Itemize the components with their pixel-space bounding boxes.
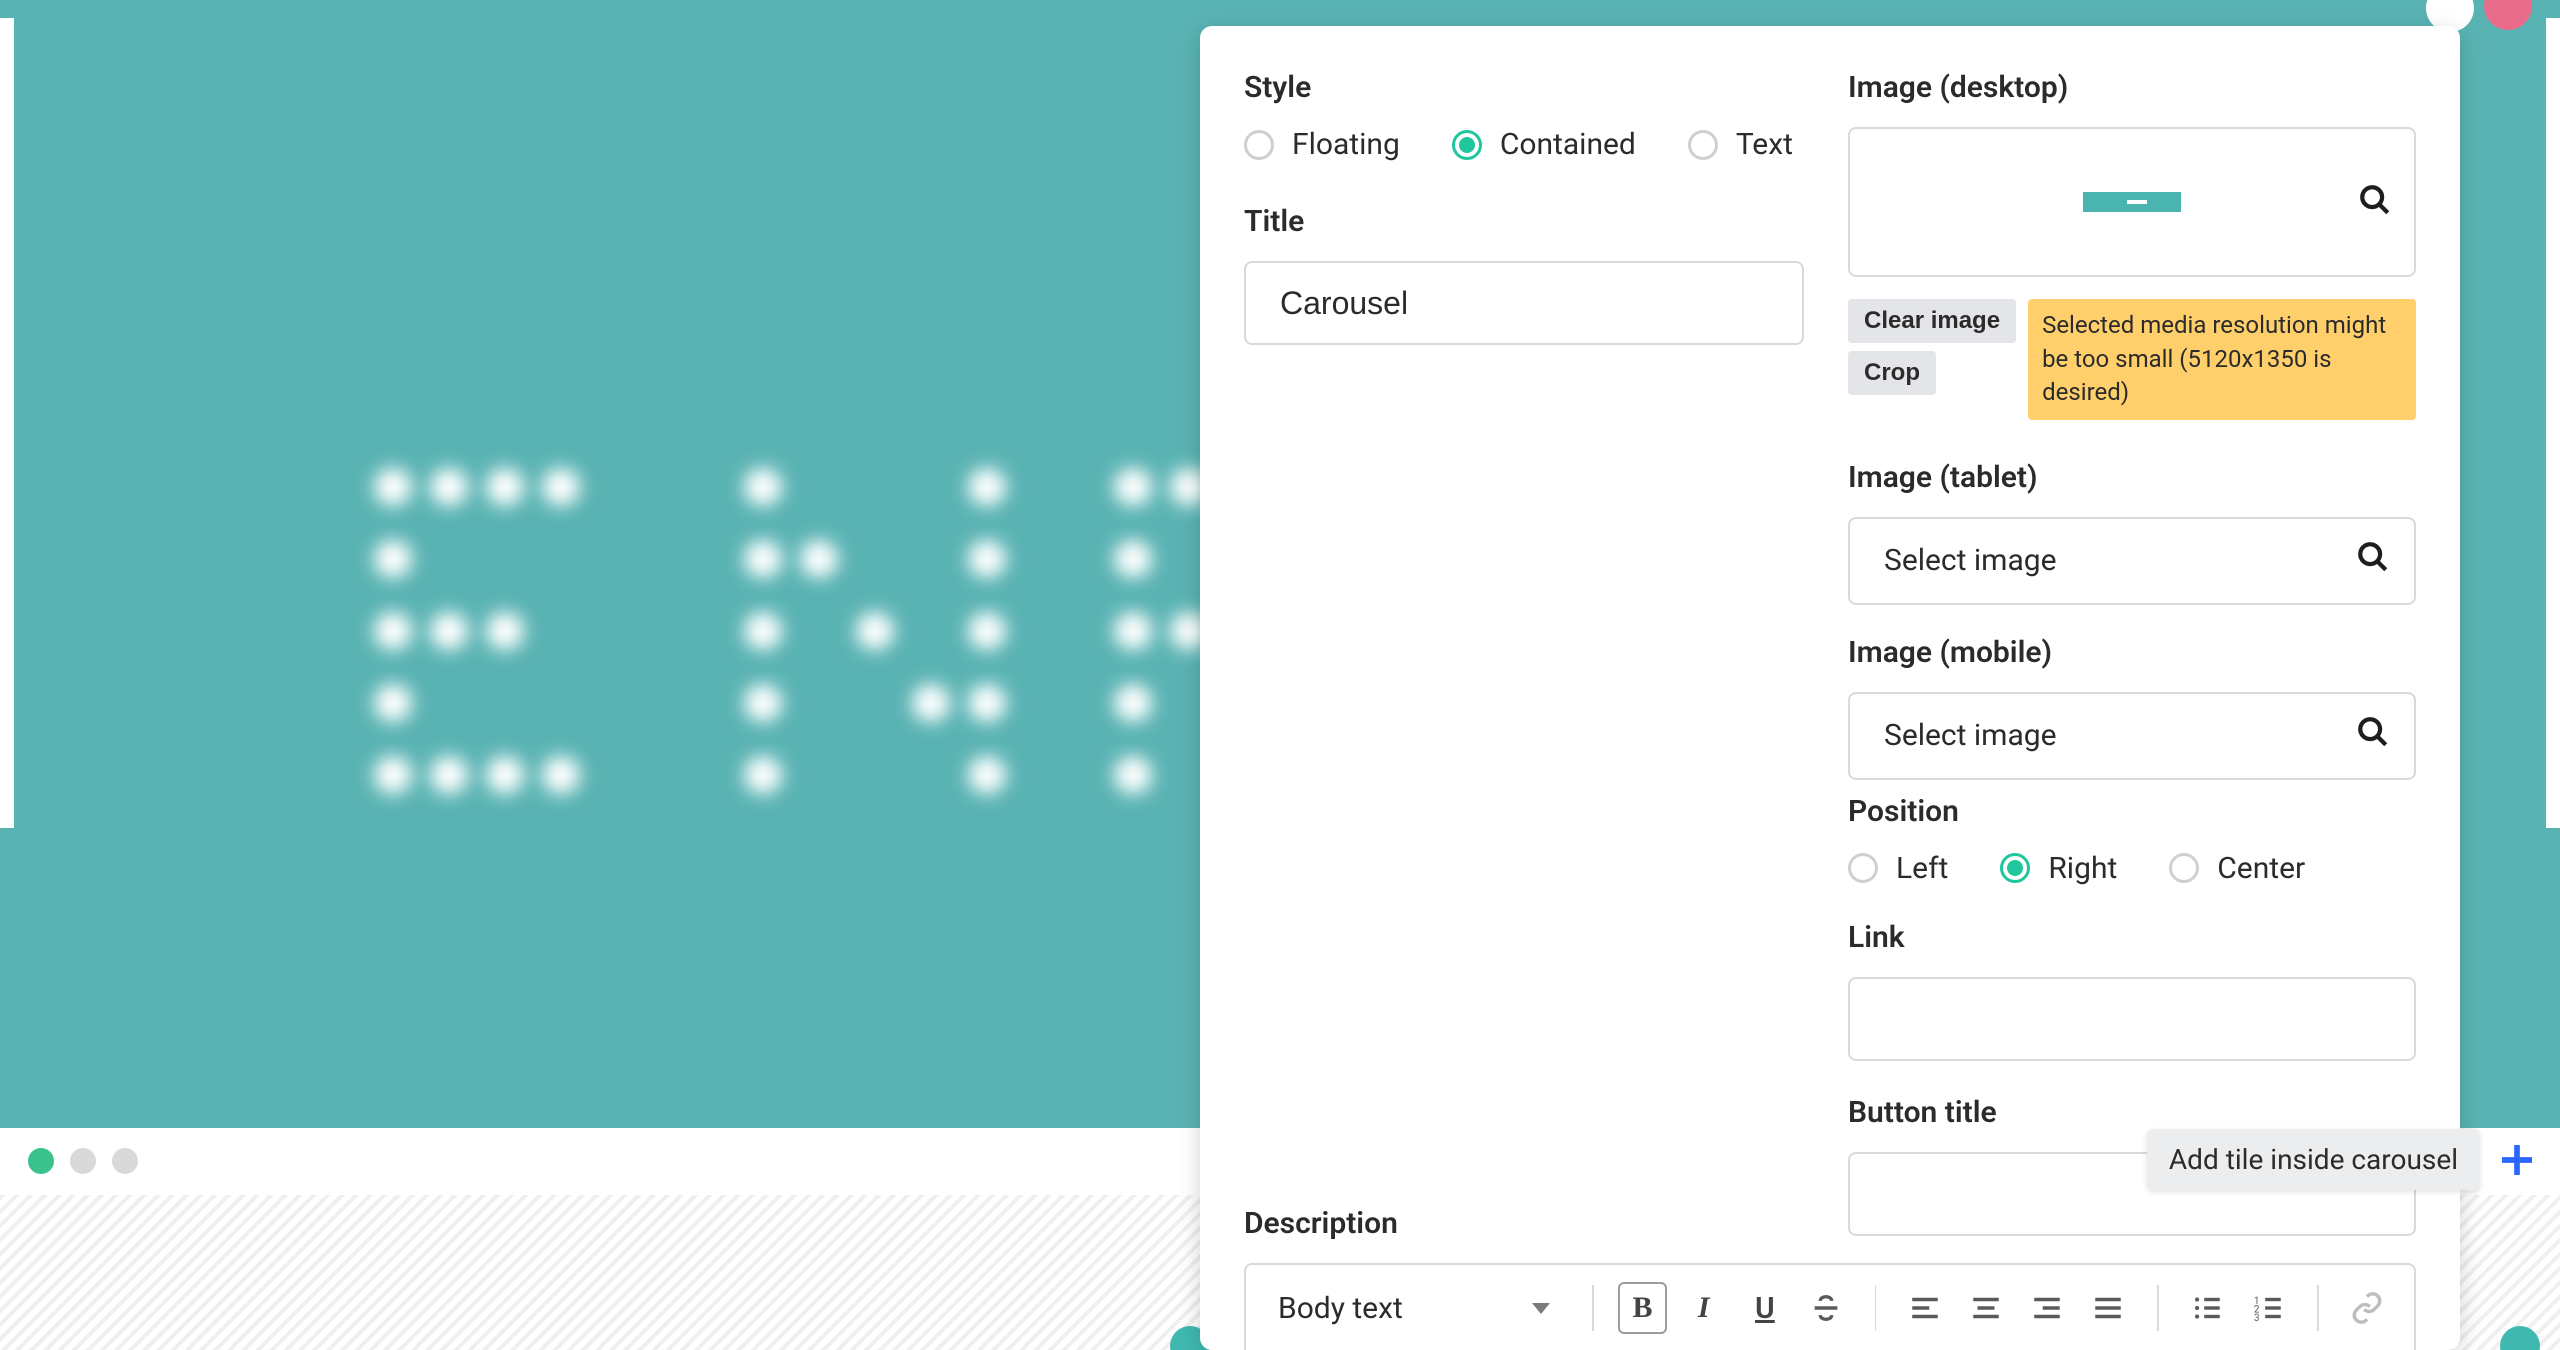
numbered-list-button[interactable]: 123 — [2244, 1282, 2293, 1334]
position-radio-right[interactable]: Right — [2000, 851, 2117, 886]
bold-button[interactable]: B — [1618, 1282, 1667, 1334]
link-label: Link — [1848, 920, 2416, 955]
style-radio-text[interactable]: Text — [1688, 127, 1793, 162]
image-desktop-thumbnail — [2083, 192, 2181, 212]
toolbar-divider — [2157, 1285, 2159, 1331]
style-label: Style — [1244, 70, 1804, 105]
chevron-down-icon — [1532, 1303, 1550, 1314]
image-desktop-label: Image (desktop) — [1848, 70, 2416, 105]
style-radio-contained[interactable]: Contained — [1452, 127, 1636, 162]
title-input[interactable] — [1244, 261, 1804, 345]
position-radio-group: Left Right Center — [1848, 851, 2416, 886]
carousel-pager — [28, 1148, 138, 1174]
search-icon[interactable] — [2358, 183, 2392, 221]
add-tile-tooltip: Add tile inside carousel — [2147, 1129, 2480, 1190]
align-right-button[interactable] — [2023, 1282, 2072, 1334]
clear-image-button[interactable]: Clear image — [1848, 299, 2016, 343]
link-input[interactable] — [1848, 977, 2416, 1061]
search-icon — [2356, 715, 2390, 757]
position-radio-left[interactable]: Left — [1848, 851, 1948, 886]
add-tile-control: Add tile inside carousel — [2147, 1129, 2542, 1190]
resolution-warning: Selected media resolution might be too s… — [2028, 299, 2416, 420]
title-label: Title — [1244, 204, 1804, 239]
link-button[interactable] — [2343, 1282, 2392, 1334]
add-tile-button[interactable] — [2492, 1135, 2542, 1185]
toolbar-divider — [1592, 1285, 1594, 1331]
text-style-select[interactable]: Body text — [1268, 1281, 1568, 1336]
pager-dot-1[interactable] — [28, 1148, 54, 1174]
pager-dot-2[interactable] — [70, 1148, 96, 1174]
image-mobile-picker[interactable]: Select image — [1848, 692, 2416, 780]
strikethrough-button[interactable] — [1801, 1282, 1850, 1334]
image-tablet-label: Image (tablet) — [1848, 460, 2416, 495]
position-radio-center[interactable]: Center — [2169, 851, 2305, 886]
svg-text:3: 3 — [2254, 1313, 2260, 1324]
description-label: Description — [1244, 1206, 2416, 1241]
image-tablet-picker[interactable]: Select image — [1848, 517, 2416, 605]
align-center-button[interactable] — [1962, 1282, 2011, 1334]
image-mobile-placeholder: Select image — [1884, 718, 2057, 753]
editor-toolbar: Body text B I U — [1244, 1263, 2416, 1350]
pager-dot-3[interactable] — [112, 1148, 138, 1174]
toolbar-divider — [1875, 1285, 1877, 1331]
image-tablet-placeholder: Select image — [1884, 543, 2057, 578]
search-icon — [2356, 540, 2390, 582]
align-justify-button[interactable] — [2084, 1282, 2133, 1334]
underline-button[interactable]: U — [1740, 1282, 1789, 1334]
crop-button[interactable]: Crop — [1848, 351, 1936, 395]
bullet-list-button[interactable] — [2183, 1282, 2232, 1334]
position-label: Position — [1848, 794, 2416, 829]
toolbar-divider — [2317, 1285, 2319, 1331]
preview-top-strip — [0, 0, 2560, 18]
align-left-button[interactable] — [1900, 1282, 1949, 1334]
button-title-label: Button title — [1848, 1095, 2416, 1130]
image-desktop-picker[interactable] — [1848, 127, 2416, 277]
style-radio-group: Floating Contained Text — [1244, 127, 1804, 162]
style-radio-floating[interactable]: Floating — [1244, 127, 1400, 162]
italic-button[interactable]: I — [1679, 1282, 1728, 1334]
image-mobile-label: Image (mobile) — [1848, 635, 2416, 670]
